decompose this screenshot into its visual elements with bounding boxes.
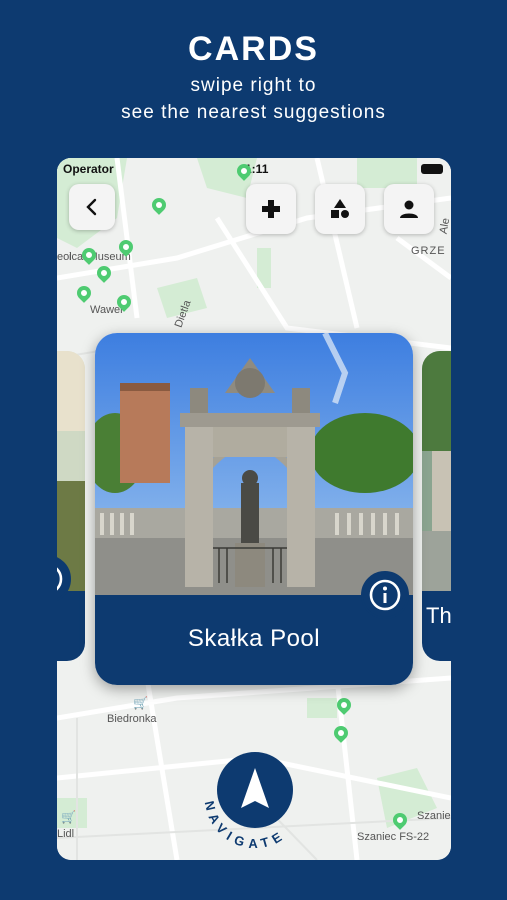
card-next[interactable]: Th <box>422 351 451 661</box>
promo-subtitle-line-2: see the nearest suggestions <box>121 102 386 123</box>
navigate-logo: NAVIGATE <box>202 752 293 851</box>
profile-button[interactable] <box>384 184 434 234</box>
status-bar: Operator 11:11 <box>57 158 451 180</box>
info-button[interactable] <box>361 571 409 619</box>
info-icon <box>57 567 63 591</box>
carrier-label: Operator <box>63 162 114 176</box>
card-next-title: Th <box>426 603 451 628</box>
card-previous[interactable] <box>57 351 85 661</box>
place-card[interactable]: Skałka Pool <box>95 333 413 685</box>
games-button[interactable] <box>246 184 296 234</box>
promo-subtitle: swipe right to see the nearest suggestio… <box>0 72 507 126</box>
promo-subtitle-line-1: swipe right to <box>190 75 317 96</box>
map-label-grze: GRZE <box>411 245 446 257</box>
map-label-biedronka: Biedronka <box>107 713 157 725</box>
place-photo <box>95 333 413 595</box>
map-label-lidl: Lidl <box>57 828 75 840</box>
battery-icon <box>421 164 443 174</box>
map-label-geol: eol <box>57 251 72 263</box>
chevron-left-icon <box>86 198 97 216</box>
place-title: Skałka Pool <box>187 625 321 652</box>
person-icon <box>400 200 418 218</box>
phone-screen: Operator 11:11 ical Museum eol Wawel Die… <box>57 158 451 860</box>
navigate-button[interactable]: NAVIGATE <box>195 750 315 851</box>
shopping-cart-icon: 🛒 <box>133 696 148 710</box>
map-label-ale: Ale <box>437 217 451 235</box>
map-label-szaniec: Szaniec FS-22 <box>357 831 430 843</box>
shapes-icon <box>331 199 349 218</box>
info-button[interactable] <box>57 555 71 603</box>
gamepad-icon <box>262 200 280 218</box>
map-label-szanie: Szanie <box>417 810 451 822</box>
info-icon <box>369 579 401 611</box>
promo-title: CARDS <box>188 30 319 68</box>
categories-button[interactable] <box>315 184 365 234</box>
shopping-cart-icon: 🛒 <box>61 810 76 824</box>
card-previous-photo <box>57 351 85 661</box>
back-button[interactable] <box>69 184 115 230</box>
